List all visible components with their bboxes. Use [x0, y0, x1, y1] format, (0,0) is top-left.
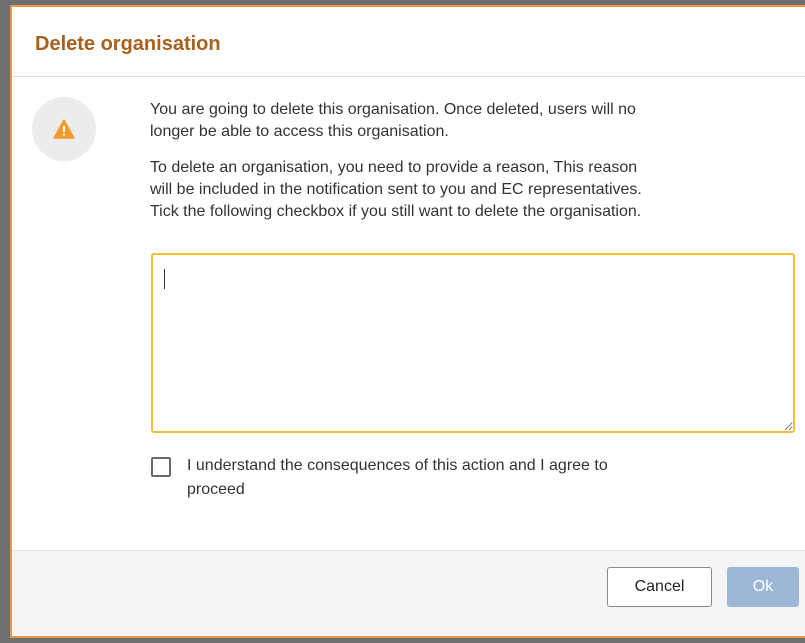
message-paragraph-2: To delete an organisation, you need to p…: [150, 159, 642, 220]
consent-checkbox[interactable]: [151, 457, 171, 477]
cancel-button[interactable]: Cancel: [607, 567, 712, 607]
dialog-message: You are going to delete this organisatio…: [150, 99, 805, 237]
consent-label[interactable]: I understand the consequences of this ac…: [187, 454, 747, 502]
warning-icon: [53, 119, 75, 139]
dialog-header: Delete organisation: [12, 7, 805, 77]
text-caret: [164, 269, 165, 289]
delete-organisation-dialog: Delete organisation You are going to del…: [10, 5, 805, 638]
message-paragraph-1: You are going to delete this organisatio…: [150, 101, 636, 140]
ok-button[interactable]: Ok: [727, 567, 799, 607]
warning-badge: [32, 97, 96, 161]
dialog-title: Delete organisation: [35, 33, 221, 55]
dialog-footer: Cancel Ok: [12, 550, 805, 636]
reason-textarea[interactable]: [151, 253, 795, 433]
